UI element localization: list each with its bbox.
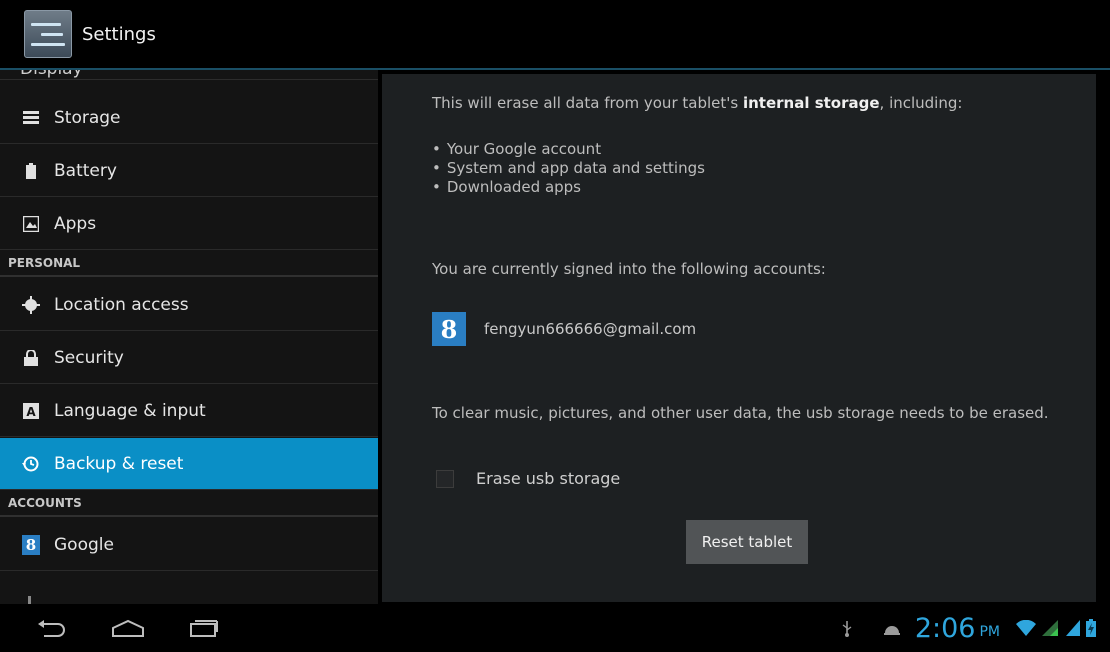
erase-items-list: Your Google account System and app data … bbox=[432, 140, 705, 197]
google-mark: 8 bbox=[22, 534, 40, 555]
section-header-personal: PERSONAL bbox=[0, 251, 378, 277]
reset-tablet-button[interactable]: Reset tablet bbox=[686, 520, 808, 564]
usb-icon bbox=[841, 619, 853, 637]
list-item: System and app data and settings bbox=[432, 159, 705, 178]
apps-icon bbox=[22, 215, 40, 233]
settings-app-icon[interactable] bbox=[24, 10, 72, 58]
clear-usb-text: To clear music, pictures, and other user… bbox=[432, 404, 1049, 422]
location-icon bbox=[22, 295, 40, 314]
erase-usb-checkbox[interactable] bbox=[436, 469, 454, 488]
wifi-icon bbox=[1016, 620, 1036, 636]
sidebar-item-label: Apps bbox=[54, 213, 97, 234]
action-bar: Settings bbox=[0, 0, 1110, 70]
svg-text:A: A bbox=[26, 405, 36, 419]
account-email: fengyun666666@gmail.com bbox=[484, 320, 697, 338]
recent-apps-icon bbox=[190, 620, 218, 637]
sidebar-item-backup-reset[interactable]: Backup & reset bbox=[0, 438, 378, 490]
backup-icon bbox=[22, 455, 40, 473]
erase-usb-label[interactable]: Erase usb storage bbox=[476, 469, 620, 488]
keyboard-icon: A bbox=[22, 402, 40, 420]
recent-apps-button[interactable] bbox=[184, 614, 224, 642]
sidebar-item-label: Backup & reset bbox=[54, 453, 184, 474]
sidebar-item-location-access[interactable]: Location access bbox=[0, 279, 378, 331]
sidebar-item-language-input[interactable]: A Language & input bbox=[0, 385, 378, 437]
home-icon bbox=[112, 619, 144, 637]
android-debug-icon bbox=[883, 621, 901, 635]
storage-icon bbox=[22, 109, 40, 127]
sidebar-item-label: Location access bbox=[54, 294, 189, 315]
back-icon bbox=[38, 620, 65, 637]
home-button[interactable] bbox=[108, 614, 148, 642]
sidebar-item-label: Security bbox=[54, 347, 124, 368]
battery-icon bbox=[22, 162, 40, 180]
sidebar-item-apps[interactable]: Apps bbox=[0, 198, 378, 250]
sidebar-item-google[interactable]: 8 Google bbox=[0, 519, 378, 571]
account-row: 8 fengyun666666@gmail.com bbox=[432, 312, 696, 346]
list-item: Downloaded apps bbox=[432, 178, 705, 197]
back-button[interactable] bbox=[32, 614, 72, 642]
erase-usb-option[interactable]: Erase usb storage bbox=[436, 469, 620, 488]
add-account-partial-icon bbox=[28, 596, 31, 604]
sidebar-item-label: Storage bbox=[54, 107, 121, 128]
google-icon: 8 bbox=[22, 534, 40, 555]
settings-sidebar[interactable]: Display Storage Battery Apps PERSONAL Lo… bbox=[0, 70, 378, 604]
google-account-icon: 8 bbox=[432, 312, 466, 346]
sidebar-item-storage[interactable]: Storage bbox=[0, 92, 378, 144]
sidebar-item-label: Battery bbox=[54, 160, 117, 181]
backup-reset-panel: This will erase all data from your table… bbox=[382, 74, 1096, 602]
intro-prefix: This will erase all data from your table… bbox=[432, 94, 743, 112]
erase-intro-text: This will erase all data from your table… bbox=[432, 94, 1072, 113]
clock-time: 2:06 bbox=[914, 612, 976, 644]
battery-status-icon bbox=[1086, 619, 1096, 637]
signal-icon bbox=[1042, 620, 1060, 636]
clock-ampm: PM bbox=[979, 624, 1000, 640]
sidebar-item-label: Language & input bbox=[54, 400, 206, 421]
lock-icon bbox=[22, 349, 40, 367]
sidebar-item-security[interactable]: Security bbox=[0, 332, 378, 384]
list-item: Your Google account bbox=[432, 140, 705, 159]
intro-bold: internal storage bbox=[742, 94, 880, 112]
sidebar-item-battery[interactable]: Battery bbox=[0, 145, 378, 197]
intro-suffix: , including: bbox=[879, 94, 963, 112]
signed-in-text: You are currently signed into the follow… bbox=[432, 260, 826, 278]
sidebar-item-display[interactable]: Display bbox=[0, 70, 378, 80]
status-area[interactable]: 2:06 PM bbox=[835, 610, 1096, 646]
app-title: Settings bbox=[82, 23, 156, 45]
section-header-accounts: ACCOUNTS bbox=[0, 491, 378, 517]
system-navigation-bar: 2:06 PM bbox=[0, 604, 1110, 652]
sidebar-item-label: Display bbox=[20, 70, 83, 79]
sidebar-item-label: Google bbox=[54, 534, 114, 555]
signal-icon-2 bbox=[1066, 620, 1080, 636]
